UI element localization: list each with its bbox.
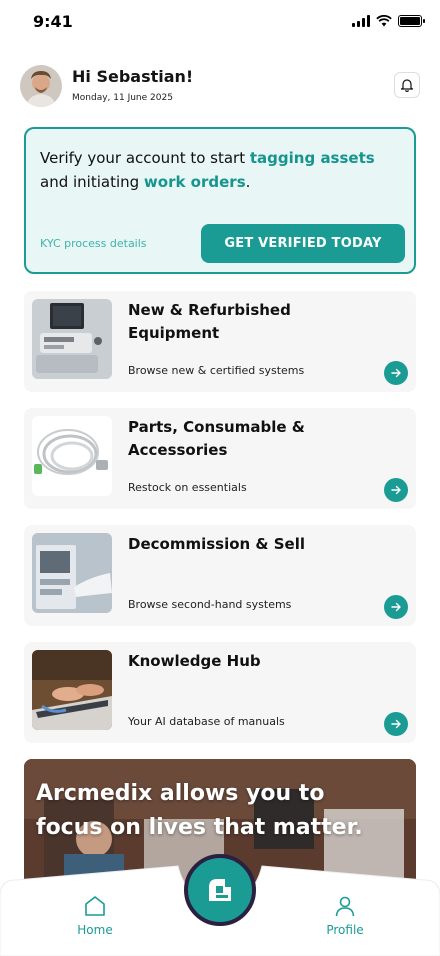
category-description: Restock on essentials bbox=[128, 481, 247, 494]
avatar[interactable] bbox=[20, 65, 62, 107]
verify-message: Verify your account to start tagging ass… bbox=[40, 146, 400, 194]
arrow-right-icon[interactable] bbox=[384, 712, 408, 736]
get-verified-button[interactable]: GET VERIFIED TODAY bbox=[201, 224, 405, 263]
verify-text-part: . bbox=[245, 173, 251, 191]
arrow-right-icon[interactable] bbox=[384, 478, 408, 502]
arcmedix-logo-icon bbox=[209, 879, 231, 901]
medical-monitor-image bbox=[32, 533, 112, 613]
bell-icon bbox=[400, 79, 414, 92]
banner-text: Arcmedix allows you to focus on lives th… bbox=[36, 781, 363, 840]
category-card-decommission[interactable]: Decommission & Sell Browse second-hand s… bbox=[24, 525, 416, 626]
nav-home[interactable]: Home bbox=[55, 894, 135, 937]
status-icons bbox=[352, 15, 425, 27]
notification-button[interactable] bbox=[394, 72, 420, 98]
verify-text-part: Verify your account to start bbox=[40, 149, 250, 167]
category-card-equipment[interactable]: New & Refurbished Equipment Browse new &… bbox=[24, 291, 416, 392]
category-description: Browse new & certified systems bbox=[128, 364, 305, 377]
ultrasound-machine-image bbox=[32, 299, 112, 379]
arrow-right-icon[interactable] bbox=[384, 595, 408, 619]
verify-text-part: and initiating bbox=[40, 173, 144, 191]
category-description: Your AI database of manuals bbox=[128, 715, 285, 728]
header: Hi Sebastian! Monday, 11 June 2025 bbox=[20, 64, 420, 108]
medical-cable-image bbox=[32, 416, 112, 496]
wifi-icon bbox=[376, 15, 392, 27]
bottom-navigation: Home Profile bbox=[0, 854, 440, 956]
category-title: Knowledge Hub bbox=[128, 652, 261, 670]
status-bar: 9:41 bbox=[0, 0, 440, 46]
date-text: Monday, 11 June 2025 bbox=[72, 93, 173, 103]
status-time: 9:41 bbox=[33, 12, 73, 31]
battery-icon bbox=[398, 15, 425, 27]
category-card-knowledge[interactable]: Knowledge Hub Your AI database of manual… bbox=[24, 642, 416, 743]
signal-icon bbox=[352, 15, 370, 27]
category-description: Browse second-hand systems bbox=[128, 598, 292, 611]
work-orders-link[interactable]: work orders bbox=[144, 173, 246, 191]
typing-hands-image bbox=[32, 650, 112, 730]
category-title: Decommission & Sell bbox=[128, 535, 305, 553]
category-title: Parts, Consumable & Accessories bbox=[128, 418, 305, 459]
verify-account-card: Verify your account to start tagging ass… bbox=[24, 127, 416, 274]
greeting-text: Hi Sebastian! bbox=[72, 67, 194, 86]
category-title: New & Refurbished Equipment bbox=[128, 301, 291, 342]
scan-fab-button[interactable] bbox=[184, 854, 256, 926]
category-card-parts[interactable]: Parts, Consumable & Accessories Restock … bbox=[24, 408, 416, 509]
arrow-right-icon[interactable] bbox=[384, 361, 408, 385]
profile-icon bbox=[335, 896, 355, 917]
kyc-details-link[interactable]: KYC process details bbox=[40, 237, 147, 250]
home-icon bbox=[85, 896, 105, 916]
nav-home-label: Home bbox=[77, 923, 113, 937]
nav-profile-label: Profile bbox=[326, 923, 364, 937]
nav-profile[interactable]: Profile bbox=[305, 894, 385, 937]
tagging-assets-link[interactable]: tagging assets bbox=[250, 149, 375, 167]
